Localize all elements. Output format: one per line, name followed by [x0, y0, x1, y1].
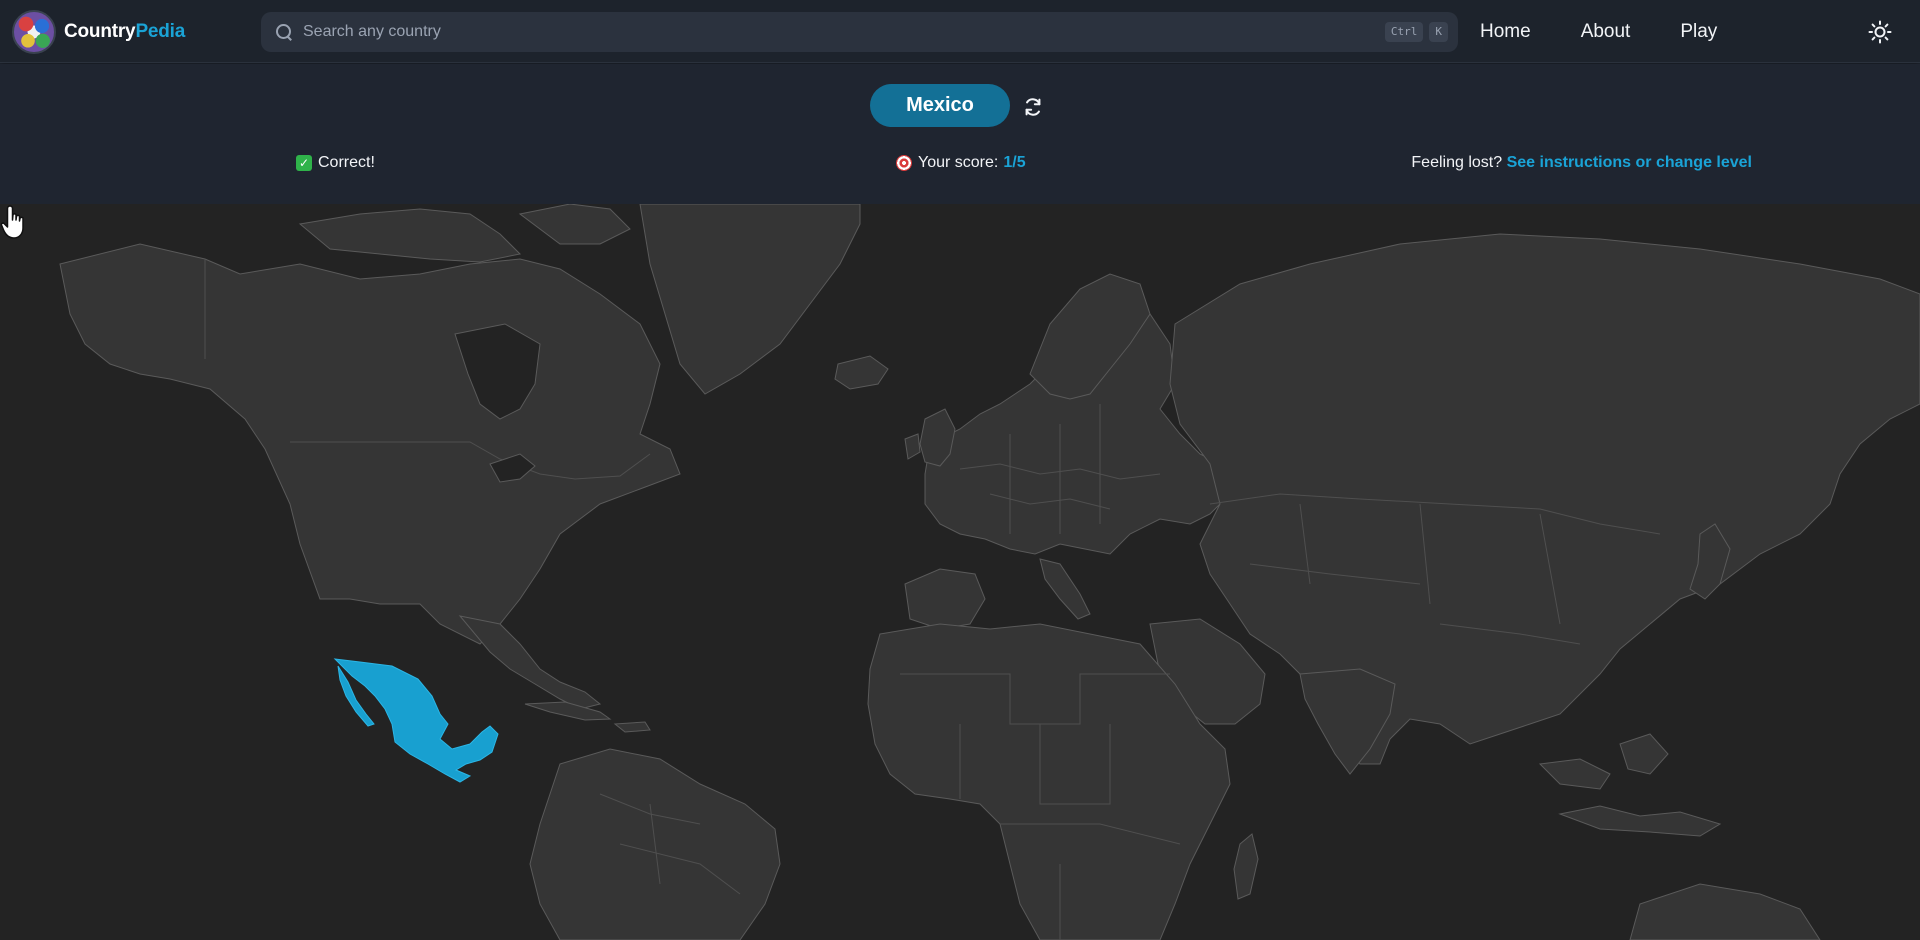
mexico-highlighted-country[interactable] — [333, 658, 499, 783]
globe-flags-logo-icon — [12, 10, 56, 54]
logo-text-pedia: Pedia — [135, 21, 186, 42]
world-map[interactable] — [0, 204, 1920, 940]
asia-landmass[interactable] — [1169, 233, 1920, 765]
central-america[interactable] — [458, 615, 602, 710]
score-display: Your score: 1/5 — [896, 154, 1026, 172]
theme-toggle-button[interactable] — [1868, 20, 1892, 44]
game-header: Mexico ✓ Correct! Your score: 1/5 Feelin… — [0, 64, 1920, 204]
score-label: Your score: — [918, 154, 999, 171]
instructions-link[interactable]: See instructions or change level — [1507, 154, 1752, 171]
sun-icon — [1868, 20, 1892, 44]
search-bar[interactable]: Ctrl K — [261, 12, 1458, 52]
score-value: 1/5 — [1003, 154, 1026, 171]
keyboard-shortcut-hint: Ctrl K — [1384, 22, 1448, 42]
check-mark-icon: ✓ — [296, 155, 312, 171]
nav-home-link[interactable]: Home — [1480, 21, 1531, 43]
status-text: Correct! — [318, 154, 375, 171]
kbd-k: K — [1429, 22, 1448, 42]
target-icon — [896, 155, 912, 171]
main-nav: Home About Play — [1480, 0, 1767, 63]
nav-play-link[interactable]: Play — [1680, 21, 1717, 43]
search-icon — [275, 23, 293, 41]
top-navbar: CountryPedia Ctrl K Home About Play — [0, 0, 1920, 63]
target-country-pill: Mexico — [870, 84, 1010, 127]
search-input[interactable] — [303, 12, 1458, 52]
kbd-ctrl: Ctrl — [1384, 22, 1424, 42]
help-prefix: Feeling lost? — [1411, 154, 1503, 171]
nav-about-link[interactable]: About — [1581, 21, 1631, 43]
logo-text: CountryPedia — [64, 21, 185, 43]
north-america-landmass[interactable] — [59, 243, 681, 645]
answer-status: ✓ Correct! — [296, 154, 375, 172]
logo[interactable]: CountryPedia — [12, 10, 185, 54]
greenland[interactable] — [639, 204, 861, 395]
help-hint: Feeling lost? See instructions or change… — [1411, 154, 1752, 172]
refresh-icon[interactable] — [1022, 96, 1044, 118]
world-map-svg[interactable] — [0, 204, 1920, 940]
logo-text-country: Country — [64, 21, 136, 42]
